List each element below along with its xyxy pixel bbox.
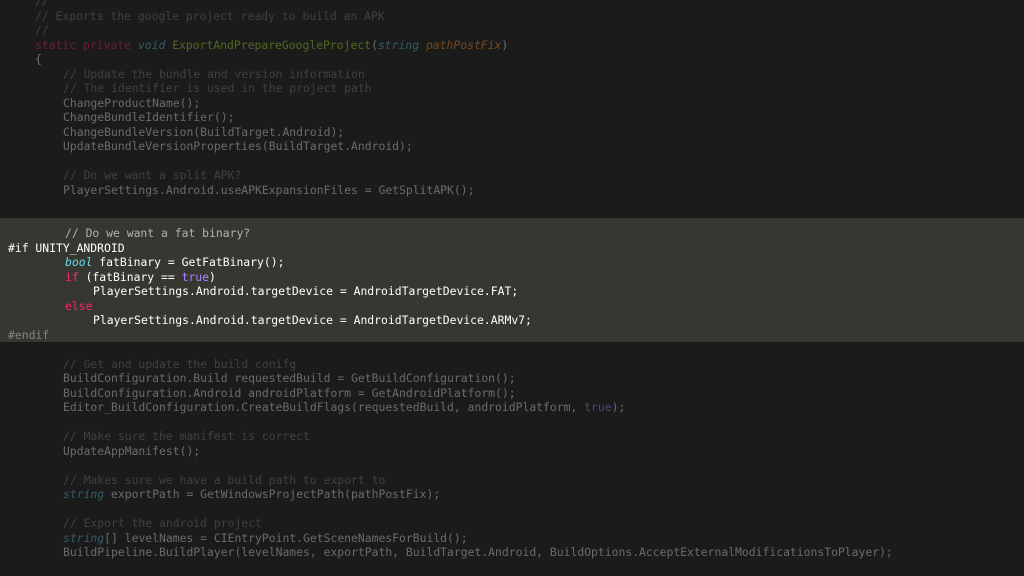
code-line: ChangeBundleIdentifier(); — [0, 110, 1024, 125]
code-token-plain: ChangeBundleVersion(BuildTarget.Android)… — [63, 124, 345, 139]
code-line: // — [0, 23, 1024, 38]
code-token-plain: PlayerSettings.Android.useAPKExpansionFi… — [63, 182, 475, 197]
code-token-plain: Editor_BuildConfiguration.CreateBuildFla… — [63, 400, 585, 414]
code-token-plain: PlayerSettings.Android.targetDevice = An… — [93, 313, 532, 327]
code-token-type: void — [137, 37, 166, 52]
code-token-plain: { — [35, 52, 42, 66]
code-line: bool fatBinary = GetFatBinary(); — [0, 255, 1024, 270]
code-line: PlayerSettings.Android.targetDevice = An… — [0, 313, 1024, 328]
code-token-plain: ); — [611, 400, 626, 414]
code-token-plain: BuildConfiguration.Build requestedBuild … — [63, 371, 516, 385]
code-token-type: string — [63, 530, 105, 545]
code-token-type: string — [63, 487, 105, 501]
code-line: PlayerSettings.Android.useAPKExpansionFi… — [0, 183, 1024, 198]
code-line: // Update the bundle and version informa… — [0, 67, 1024, 82]
code-token-plain: ) — [501, 37, 509, 52]
code-token-macro: #if UNITY_ANDROID — [8, 240, 125, 255]
code-token-plain: exportPath = GetWindowsProjectPath(pathP… — [104, 487, 441, 501]
code-token-plain: UpdateAppManifest(); — [63, 443, 201, 458]
code-line: // Makes sure we have a build path to ex… — [0, 473, 1024, 488]
code-token-plain: (fatBinary == — [78, 269, 182, 284]
code-line: // Do we want a split APK? — [0, 168, 1024, 183]
code-token-keyword: static — [35, 37, 77, 52]
code-token-comment: // Exports the google project ready to b… — [35, 8, 385, 23]
code-line: UpdateAppManifest(); — [0, 444, 1024, 459]
code-token-param: pathPostFix — [425, 37, 502, 52]
code-token-plain: ) — [209, 269, 216, 284]
code-line: // The identifier is used in the project… — [0, 81, 1024, 96]
code-token-comment: // Get and update the build conifg — [63, 356, 297, 371]
code-line: string exportPath = GetWindowsProjectPat… — [0, 487, 1024, 502]
code-line: // Make sure the manifest is correct — [0, 429, 1024, 444]
code-line: // Export the android project — [0, 516, 1024, 531]
code-line: // Exports the google project ready to b… — [0, 9, 1024, 24]
code-line: PlayerSettings.Android.targetDevice = An… — [0, 284, 1024, 299]
code-token-literal: true — [584, 400, 612, 414]
code-line: BuildConfiguration.Android androidPlatfo… — [0, 386, 1024, 401]
code-token-type: bool — [65, 255, 93, 269]
code-token-comment: // — [35, 0, 49, 8]
code-line: #if UNITY_ANDROID — [0, 241, 1024, 256]
code-token-plain: fatBinary = GetFatBinary(); — [92, 255, 285, 269]
code-token-plain: ChangeBundleIdentifier(); — [63, 110, 235, 124]
code-token-comment: // Update the bundle and version informa… — [63, 66, 365, 81]
code-token-comment: // Makes sure we have a build path to ex… — [63, 472, 386, 487]
code-line: #endif — [0, 328, 1024, 343]
code-token-literal: true — [181, 269, 210, 284]
code-line: // Get and update the build conifg — [0, 357, 1024, 372]
code-line: static private void ExportAndPrepareGoog… — [0, 38, 1024, 53]
code-token-plain: UpdateBundleVersionProperties(BuildTarge… — [63, 139, 413, 153]
code-line: // — [0, 0, 1024, 9]
code-token-keyword: private — [83, 37, 132, 52]
code-line: else — [0, 299, 1024, 314]
code-line: ChangeBundleVersion(BuildTarget.Android)… — [0, 125, 1024, 140]
code-token-comment: // Do we want a fat binary? — [65, 226, 251, 240]
code-token-function: ExportAndPrepareGoogleProject — [172, 37, 372, 52]
code-token-comment: // Export the android project — [63, 516, 262, 530]
code-token-macro: #endif — [8, 327, 50, 342]
code-token-comment: // Make sure the manifest is correct — [63, 429, 310, 443]
code-token-comment: // — [35, 23, 49, 37]
code-line: // Do we want a fat binary? — [0, 226, 1024, 241]
code-line: Editor_BuildConfiguration.CreateBuildFla… — [0, 400, 1024, 415]
code-editor[interactable]: //// Exports the google project ready to… — [0, 0, 1024, 576]
code-token-plain: ChangeProductName(); — [63, 95, 201, 110]
code-token-comment: // The identifier is used in the project… — [63, 81, 372, 95]
code-token-plain: PlayerSettings.Android.targetDevice = An… — [93, 284, 519, 298]
code-token-type: string — [377, 37, 420, 52]
code-token-plain: [] levelNames = CIEntryPoint.GetSceneNam… — [104, 530, 468, 545]
code-line: BuildPipeline.BuildPlayer(levelNames, ex… — [0, 545, 1024, 560]
code-token-keyword: else — [65, 298, 93, 313]
code-token-plain: BuildPipeline.BuildPlayer(levelNames, ex… — [63, 545, 893, 559]
code-token-keyword: if — [65, 269, 79, 284]
code-token-plain: ( — [371, 37, 378, 52]
code-line: UpdateBundleVersionProperties(BuildTarge… — [0, 139, 1024, 154]
code-token-plain: BuildConfiguration.Android androidPlatfo… — [63, 385, 516, 400]
code-token-comment: // Do we want a split APK? — [63, 168, 242, 182]
code-line: BuildConfiguration.Build requestedBuild … — [0, 371, 1024, 386]
code-line: ChangeProductName(); — [0, 96, 1024, 111]
code-line: { — [0, 52, 1024, 67]
code-line: if (fatBinary == true) — [0, 270, 1024, 285]
code-line: string[] levelNames = CIEntryPoint.GetSc… — [0, 531, 1024, 546]
